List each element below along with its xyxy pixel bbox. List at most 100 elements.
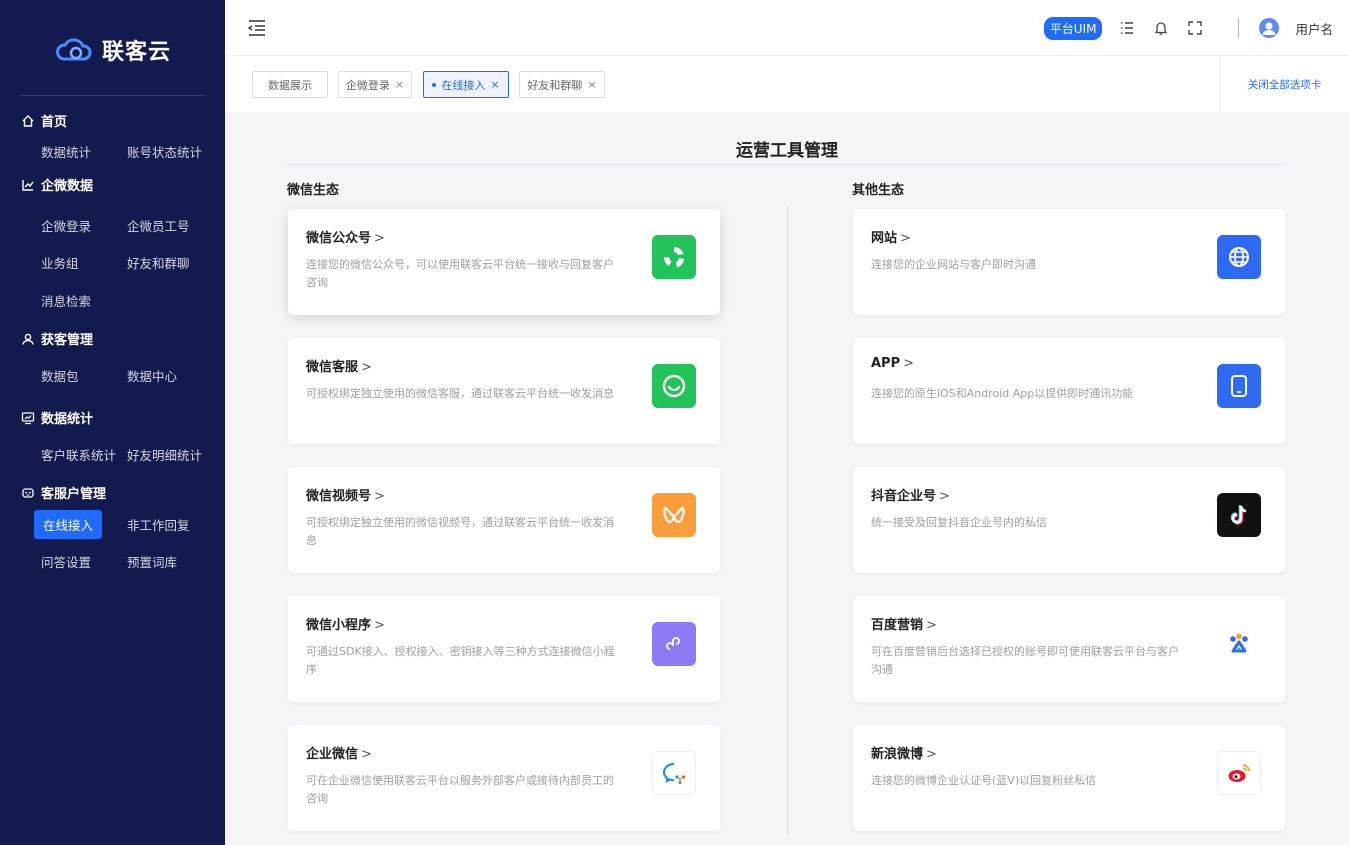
channel-card-wechat-channels[interactable]: 微信视频号 > 可授权绑定独立使用的微信视频号，通过联客云平台统一收发消息	[288, 467, 720, 573]
monitor-chart-icon	[20, 410, 35, 425]
tabs-bar: 数据展示 企微登录 × 在线接入 × 好友和群聊 × 关闭全部选项卡	[225, 56, 1349, 112]
sidebar-item-qa-settings[interactable]: 问答设置	[41, 552, 91, 571]
sidebar-item-message-search[interactable]: 消息检索	[41, 291, 91, 310]
sidebar-section-acquisition[interactable]: 获客管理	[20, 329, 93, 348]
chevron-right-icon: >	[361, 747, 372, 762]
sidebar-item-friends-groups[interactable]: 好友和群聊	[127, 253, 190, 272]
sidebar-divider	[20, 95, 206, 96]
sidebar-item-data-stats[interactable]: 数据统计	[41, 142, 91, 161]
cloud-logo-icon	[55, 38, 92, 61]
tab-wecom-login[interactable]: 企微登录 ×	[338, 71, 412, 98]
list-icon[interactable]	[1118, 19, 1136, 37]
sidebar-section-wecom-data[interactable]: 企微数据	[20, 175, 93, 194]
wechat-channels-icon	[652, 493, 696, 537]
channel-card-mini-program[interactable]: 微信小程序 > 可通过SDK接入、授权接入、密钥接入等三种方式连接微信小程序	[288, 596, 720, 702]
bell-icon[interactable]	[1152, 19, 1170, 37]
sidebar-section-label: 获客管理	[41, 333, 94, 348]
fullscreen-icon[interactable]	[1186, 19, 1204, 37]
douyin-icon	[1217, 493, 1261, 537]
sidebar-item-data-center[interactable]: 数据中心	[127, 366, 177, 385]
tab-online-access[interactable]: 在线接入 ×	[423, 71, 509, 98]
card-title-text: 微信公众号	[306, 231, 372, 246]
card-description: 可在百度营销后台选择已授权的账号即可使用联客云平台与客户沟通	[871, 645, 1179, 676]
close-tab-icon[interactable]: ×	[490, 78, 499, 91]
card-title: 抖音企业号 >	[871, 485, 950, 504]
channel-card-douyin[interactable]: 抖音企业号 > 统一接受及回复抖音企业号内的私信	[853, 467, 1285, 573]
sidebar-item-preset-phrases[interactable]: 预置词库	[127, 552, 177, 571]
channel-card-app[interactable]: APP > 连接您的原生iOS和Android App以提供即时通讯功能	[853, 338, 1285, 444]
sidebar-item-data-package[interactable]: 数据包	[41, 366, 79, 385]
close-all-tabs-button[interactable]: 关闭全部选项卡	[1219, 56, 1349, 112]
title-divider	[287, 164, 1285, 165]
tab-data-display[interactable]: 数据展示	[252, 71, 328, 98]
header-actions: 平台UIM 用户名	[1043, 0, 1333, 56]
baidu-paw-icon	[1217, 622, 1261, 666]
tab-label: 数据展示	[268, 78, 312, 92]
channel-card-website[interactable]: 网站 > 连接您的企业网站与客户即时沟通	[853, 209, 1285, 315]
tab-label: 企微登录	[345, 78, 390, 92]
card-description: 连接您的微信公众号，可以使用联客云平台统一接收与回复客户咨询	[306, 258, 614, 289]
mobile-app-icon	[1217, 364, 1261, 408]
sidebar-section-statistics[interactable]: 数据统计	[20, 408, 93, 427]
username[interactable]: 用户名	[1295, 19, 1333, 38]
card-title-text: 网站	[871, 231, 898, 246]
mini-program-icon	[652, 622, 696, 666]
chevron-right-icon: >	[374, 618, 385, 633]
sidebar-item-non-work-reply[interactable]: 非工作回复	[127, 515, 190, 534]
tab-friends-groups[interactable]: 好友和群聊 ×	[519, 71, 605, 98]
card-title-text: 企业微信	[306, 747, 359, 762]
sidebar-item-friend-detail-stats[interactable]: 好友明细统计	[127, 445, 202, 464]
card-title: 网站 >	[871, 227, 911, 246]
card-title: 企业微信 >	[306, 743, 372, 762]
brand-name: 联客云	[101, 40, 171, 65]
sidebar-item-online-access[interactable]: 在线接入	[34, 510, 103, 539]
chevron-right-icon: >	[361, 360, 372, 375]
sidebar-section-label: 首页	[41, 115, 68, 130]
sidebar-section-label: 企微数据	[41, 179, 94, 194]
card-title: 微信公众号 >	[306, 227, 385, 246]
home-icon	[20, 113, 35, 128]
column-divider	[787, 207, 788, 835]
channel-card-wecom[interactable]: 企业微信 > 可在企业微信使用联客云平台以服务外部客户或接待内部员工的咨询	[288, 725, 720, 831]
card-description: 可通过SDK接入、授权接入、密钥接入等三种方式连接微信小程序	[306, 645, 615, 676]
card-description: 可授权绑定独立使用的微信客服，通过联客云平台统一收发消息	[306, 387, 614, 400]
close-tab-icon[interactable]: ×	[587, 78, 596, 91]
sidebar-item-customer-contact-stats[interactable]: 客户联系统计	[41, 445, 116, 464]
left-column-title: 微信生态	[287, 183, 340, 198]
sidebar-section-label: 客服户管理	[41, 487, 107, 502]
card-title-text: 微信客服	[306, 360, 359, 375]
channel-card-wechat-official[interactable]: 微信公众号 > 连接您的微信公众号，可以使用联客云平台统一接收与回复客户咨询	[288, 209, 720, 315]
user-icon	[20, 331, 35, 346]
sidebar: 联客云 首页 数据统计 账号状态统计 企微数据 企微登录 企微员工号 业务组 好…	[0, 0, 225, 845]
sidebar-section-home[interactable]: 首页	[20, 111, 67, 130]
card-description: 连接您的原生iOS和Android App以提供即时通讯功能	[871, 387, 1134, 400]
avatar[interactable]	[1259, 18, 1280, 38]
header-divider	[1238, 18, 1240, 38]
close-tab-icon[interactable]: ×	[395, 78, 404, 91]
sidebar-item-wecom-staff[interactable]: 企微员工号	[127, 216, 190, 235]
collapse-menu-icon[interactable]	[247, 18, 267, 38]
card-description: 可授权绑定独立使用的微信视频号，通过联客云平台统一收发消息	[306, 516, 614, 547]
sidebar-section-service-management[interactable]: 客服户管理	[20, 483, 106, 502]
wechat-service-icon	[652, 364, 696, 408]
chevron-right-icon: >	[374, 489, 385, 504]
card-description: 连接您的微博企业认证号(蓝V)以回复粉丝私信	[871, 774, 1097, 787]
main-content: 运营工具管理 微信生态 其他生态 微信公众号 > 连接您的微信公众号，可以使用联客…	[225, 112, 1349, 845]
card-title-text: 微信小程序	[306, 618, 372, 633]
card-title-text: 微信视频号	[306, 489, 372, 504]
sidebar-item-account-status[interactable]: 账号状态统计	[127, 142, 202, 161]
brand-logo[interactable]: 联客云	[0, 28, 225, 72]
chevron-right-icon: >	[939, 489, 950, 504]
sidebar-item-wecom-login[interactable]: 企微登录	[41, 216, 91, 235]
channel-card-weibo[interactable]: 新浪微博 > 连接您的微博企业认证号(蓝V)以回复粉丝私信	[853, 725, 1285, 831]
channel-card-wechat-service[interactable]: 微信客服 > 可授权绑定独立使用的微信客服，通过联客云平台统一收发消息	[288, 338, 720, 444]
card-title: 微信视频号 >	[306, 485, 385, 504]
sidebar-item-business-group[interactable]: 业务组	[41, 253, 79, 272]
page-title: 运营工具管理	[736, 141, 838, 161]
platform-badge[interactable]: 平台UIM	[1043, 16, 1103, 40]
tab-label: 在线接入	[441, 78, 486, 92]
tab-label: 好友和群聊	[527, 78, 583, 92]
card-title: 新浪微博 >	[871, 743, 937, 762]
weibo-icon	[1217, 751, 1261, 795]
channel-card-baidu[interactable]: 百度营销 > 可在百度营销后台选择已授权的账号即可使用联客云平台与客户沟通	[853, 596, 1285, 702]
